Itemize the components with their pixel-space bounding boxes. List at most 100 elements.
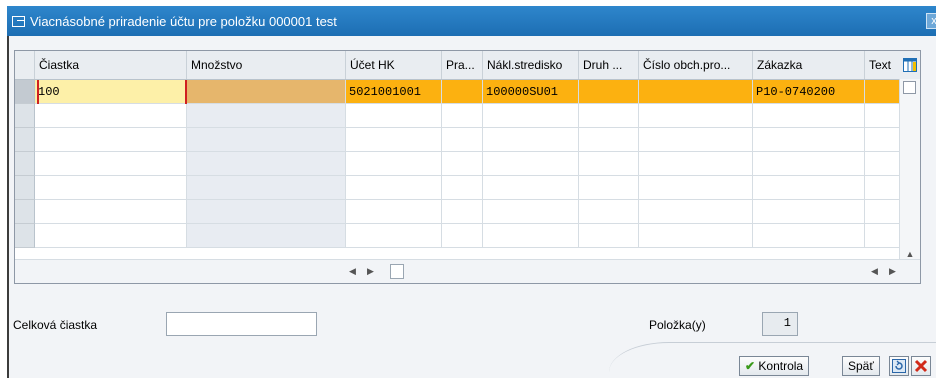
cell-order[interactable] xyxy=(753,104,865,128)
cell-cost-center[interactable] xyxy=(483,128,579,152)
check-button[interactable]: ✔ Kontrola xyxy=(739,356,810,376)
cell-type[interactable] xyxy=(579,200,639,224)
cell-gl-account[interactable] xyxy=(346,224,442,248)
scroll-right-icon-2[interactable]: ▶ xyxy=(889,266,896,277)
cell-gl-account[interactable] xyxy=(346,152,442,176)
column-header-pra[interactable]: Pra... xyxy=(442,51,483,79)
cell-amount[interactable] xyxy=(35,224,187,248)
column-header-amount[interactable]: Čiastka xyxy=(35,51,187,79)
cell-quantity[interactable] xyxy=(187,224,346,248)
cell-text[interactable] xyxy=(865,224,902,248)
cell-pra[interactable] xyxy=(442,176,483,200)
cell-pra[interactable] xyxy=(442,200,483,224)
cell-text[interactable] xyxy=(865,104,902,128)
cell-amount[interactable] xyxy=(35,128,187,152)
row-selector[interactable] xyxy=(15,104,35,128)
cell-pra[interactable] xyxy=(442,128,483,152)
scroll-right-icon[interactable]: ▶ xyxy=(367,266,374,277)
column-header-order[interactable]: Zákazka xyxy=(753,51,865,79)
cell-pra[interactable] xyxy=(442,152,483,176)
scroll-up-icon[interactable]: ▲ xyxy=(900,249,920,259)
cell-pra[interactable] xyxy=(442,80,483,104)
cell-type[interactable] xyxy=(579,104,639,128)
select-all-corner[interactable] xyxy=(15,51,35,79)
column-header-text[interactable]: Text xyxy=(865,51,902,79)
cell-gl-account[interactable] xyxy=(346,200,442,224)
cell-type[interactable] xyxy=(579,80,639,104)
cell-order[interactable]: P10-0740200 xyxy=(753,80,865,104)
vertical-scrollbar[interactable]: ▲ ▼ xyxy=(899,79,920,279)
column-header-cost-center[interactable]: Nákl.stredisko xyxy=(483,51,579,79)
column-header-gl-account[interactable]: Účet HK xyxy=(346,51,442,79)
table-header: Čiastka Množstvo Účet HK Pra... Nákl.str… xyxy=(15,51,920,80)
horizontal-scrollbar[interactable]: ◀ ▶ ◀ ▶ xyxy=(15,259,920,283)
cell-order[interactable] xyxy=(753,128,865,152)
cell-amount[interactable] xyxy=(35,104,187,128)
cell-quantity[interactable] xyxy=(187,152,346,176)
cell-amount[interactable] xyxy=(35,152,187,176)
cell-business-process[interactable] xyxy=(639,224,753,248)
cell-business-process[interactable] xyxy=(639,128,753,152)
cell-cost-center[interactable] xyxy=(483,104,579,128)
cell-business-process[interactable] xyxy=(639,152,753,176)
cell-text[interactable] xyxy=(865,128,902,152)
cell-cost-center[interactable] xyxy=(483,176,579,200)
dialog-titlebar: Viacnásobné priradenie účtu pre položku … xyxy=(7,6,936,36)
close-icon[interactable]: x xyxy=(926,13,936,29)
row-selector[interactable] xyxy=(15,80,35,104)
cell-cost-center[interactable] xyxy=(483,224,579,248)
cell-type[interactable] xyxy=(579,128,639,152)
cell-quantity[interactable] xyxy=(187,200,346,224)
cell-gl-account[interactable] xyxy=(346,104,442,128)
row-selector[interactable] xyxy=(15,200,35,224)
back-button[interactable]: Späť xyxy=(842,356,880,376)
cell-cost-center[interactable] xyxy=(483,152,579,176)
cell-business-process[interactable] xyxy=(639,176,753,200)
cell-business-process[interactable] xyxy=(639,200,753,224)
cell-amount[interactable] xyxy=(35,176,187,200)
cell-cost-center[interactable]: 100000SU01 xyxy=(483,80,579,104)
items-label: Položka(y) xyxy=(649,318,706,332)
column-header-business-process[interactable]: Číslo obch.pro... xyxy=(639,51,753,79)
cell-quantity[interactable] xyxy=(187,176,346,200)
cell-business-process[interactable] xyxy=(639,80,753,104)
cell-order[interactable] xyxy=(753,224,865,248)
cell-type[interactable] xyxy=(579,176,639,200)
cell-cost-center[interactable] xyxy=(483,200,579,224)
cell-pra[interactable] xyxy=(442,224,483,248)
scroll-left-icon[interactable]: ◀ xyxy=(349,266,356,277)
cell-gl-account[interactable] xyxy=(346,176,442,200)
column-header-quantity[interactable]: Množstvo xyxy=(187,51,346,79)
cell-amount[interactable] xyxy=(35,200,187,224)
total-amount-field[interactable] xyxy=(166,312,317,336)
row-selector[interactable] xyxy=(15,176,35,200)
column-layout-icon[interactable] xyxy=(900,51,920,79)
scroll-left-icon-2[interactable]: ◀ xyxy=(871,266,878,277)
cell-quantity[interactable] xyxy=(187,80,346,104)
cell-text[interactable] xyxy=(865,80,902,104)
cell-gl-account[interactable]: 5021001001 xyxy=(346,80,442,104)
refresh-icon[interactable] xyxy=(889,356,909,376)
scroll-thumb[interactable] xyxy=(390,264,404,279)
column-header-type[interactable]: Druh ... xyxy=(579,51,639,79)
cell-quantity[interactable] xyxy=(187,104,346,128)
cell-type[interactable] xyxy=(579,224,639,248)
cell-text[interactable] xyxy=(865,152,902,176)
cell-pra[interactable] xyxy=(442,104,483,128)
cell-gl-account[interactable] xyxy=(346,128,442,152)
cell-order[interactable] xyxy=(753,176,865,200)
dialog-icon xyxy=(12,15,25,27)
check-button-label: Kontrola xyxy=(758,359,804,373)
row-selector[interactable] xyxy=(15,128,35,152)
cancel-icon[interactable] xyxy=(911,356,931,376)
row-selector[interactable] xyxy=(15,152,35,176)
cell-order[interactable] xyxy=(753,200,865,224)
cell-order[interactable] xyxy=(753,152,865,176)
cell-business-process[interactable] xyxy=(639,104,753,128)
row-checkbox[interactable] xyxy=(903,81,916,94)
row-selector[interactable] xyxy=(15,224,35,248)
cell-type[interactable] xyxy=(579,152,639,176)
cell-text[interactable] xyxy=(865,200,902,224)
cell-text[interactable] xyxy=(865,176,902,200)
cell-quantity[interactable] xyxy=(187,128,346,152)
